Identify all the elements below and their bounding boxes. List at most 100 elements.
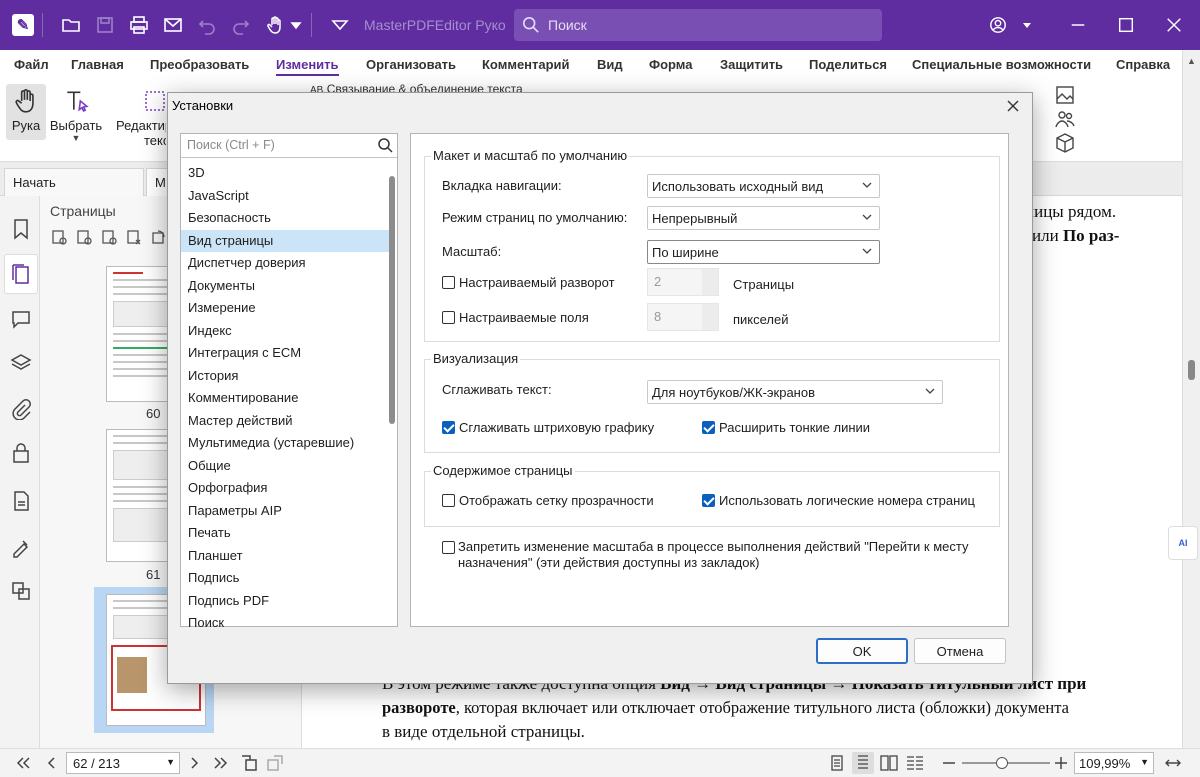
category-item[interactable]: Измерение	[181, 297, 391, 320]
category-item[interactable]: Диспетчер доверия	[181, 252, 391, 275]
users-icon[interactable]	[1054, 108, 1076, 130]
select-button[interactable]: Выбрать ▼	[50, 84, 102, 143]
image-icon[interactable]	[1054, 84, 1076, 106]
hand-button[interactable]: Рука	[6, 84, 46, 140]
category-item[interactable]: Общие	[181, 455, 391, 478]
menu-protect[interactable]: Защитить	[720, 57, 783, 72]
smooth-line-art-checkbox[interactable]	[442, 421, 455, 434]
custom-spread-checkbox[interactable]	[442, 276, 455, 289]
comment-icon[interactable]	[10, 308, 32, 330]
two-page-view-icon[interactable]	[880, 754, 898, 772]
menu-home[interactable]: Главная	[71, 57, 124, 72]
menu-convert[interactable]: Преобразовать	[150, 57, 249, 72]
smooth-text-dropdown[interactable]: Для ноутбуков/ЖК-экранов	[647, 380, 943, 404]
spinner-buttons[interactable]	[702, 269, 718, 295]
zoom-dropdown[interactable]: По ширине	[647, 240, 880, 264]
undo-icon[interactable]	[193, 11, 221, 39]
category-item[interactable]: Мастер действий	[181, 410, 391, 433]
custom-margins-spinner[interactable]: 8	[647, 303, 719, 331]
custom-spread-spinner[interactable]: 2	[647, 268, 719, 296]
tab-start[interactable]: Начать	[4, 168, 144, 196]
category-item[interactable]: История	[181, 365, 391, 388]
ribbon-scrollbar[interactable]: ▲ ▼	[1182, 50, 1200, 762]
category-item[interactable]: Индекс	[181, 320, 391, 343]
print-icon[interactable]	[125, 11, 153, 39]
extract-page-icon[interactable]	[75, 228, 93, 246]
transparency-grid-checkbox[interactable]	[442, 494, 455, 507]
zoom-slider-handle[interactable]	[996, 757, 1008, 769]
category-item[interactable]: Печать	[181, 522, 391, 545]
forbid-zoom-checkbox[interactable]	[442, 541, 455, 554]
pages-icon[interactable]	[4, 254, 38, 294]
chevron-down-icon[interactable]	[1018, 5, 1036, 45]
layers-icon[interactable]	[10, 352, 32, 374]
previous-page-icon[interactable]	[42, 754, 60, 772]
ok-button[interactable]: OK	[816, 638, 908, 664]
zoom-in-icon[interactable]	[1052, 754, 1070, 772]
document-icon[interactable]	[10, 490, 32, 512]
category-item[interactable]: Подпись PDF	[181, 590, 391, 613]
category-item[interactable]: Вид страницы	[181, 229, 391, 252]
compare-icon[interactable]	[10, 580, 32, 602]
category-item[interactable]: Документы	[181, 275, 391, 298]
menu-view[interactable]: Вид	[597, 57, 623, 72]
category-item[interactable]: JavaScript	[181, 185, 391, 208]
insert-page-icon[interactable]	[50, 228, 68, 246]
delete-page-icon[interactable]	[125, 228, 143, 246]
first-page-icon[interactable]	[14, 754, 32, 772]
menu-organize[interactable]: Организовать	[366, 57, 456, 72]
category-item[interactable]: Мультимедиа (устаревшие)	[181, 432, 391, 455]
hand-tool-icon[interactable]	[261, 11, 289, 39]
scroll-up-icon[interactable]: ▲	[1187, 56, 1196, 66]
scrollbar-thumb[interactable]	[1188, 360, 1195, 380]
signature-tool-icon[interactable]	[10, 536, 32, 558]
category-search-input[interactable]: Поиск (Ctrl + F)	[181, 134, 397, 158]
category-item[interactable]: 3D	[181, 162, 391, 185]
bookmark-icon[interactable]	[10, 218, 32, 240]
previous-view-icon[interactable]	[240, 754, 258, 772]
3d-box-icon[interactable]	[1054, 132, 1076, 154]
category-item[interactable]: Комментирование	[181, 387, 391, 410]
zoom-out-icon[interactable]	[940, 754, 958, 772]
nav-tab-dropdown[interactable]: Использовать исходный вид	[647, 174, 880, 198]
menu-file[interactable]: Файл	[14, 57, 49, 72]
category-scrollbar[interactable]	[389, 176, 395, 424]
custom-margins-checkbox[interactable]	[442, 311, 455, 324]
edit-text-button[interactable]: Редактир текс	[116, 84, 166, 148]
menu-edit[interactable]: Изменить	[276, 57, 339, 76]
close-icon[interactable]	[1000, 95, 1026, 117]
maximize-icon[interactable]	[1106, 5, 1146, 45]
email-icon[interactable]	[159, 11, 187, 39]
next-view-icon[interactable]	[266, 754, 284, 772]
save-icon[interactable]	[91, 11, 119, 39]
menu-accessibility[interactable]: Специальные возможности	[912, 57, 1091, 72]
ai-assistant-icon[interactable]: AI	[1168, 526, 1198, 560]
account-icon[interactable]	[978, 5, 1018, 45]
category-item[interactable]: Параметры AIP	[181, 500, 391, 523]
minimize-icon[interactable]	[1058, 5, 1098, 45]
rotate-page-icon[interactable]	[150, 228, 168, 246]
category-item[interactable]: Безопасность	[181, 207, 391, 230]
category-item[interactable]: Орфография	[181, 477, 391, 500]
next-page-icon[interactable]	[186, 754, 204, 772]
replace-page-icon[interactable]	[100, 228, 118, 246]
page-number-field[interactable]: 62 / 213 ▼	[66, 752, 180, 774]
lock-icon[interactable]	[10, 442, 32, 464]
category-item[interactable]: Интеграция с ECM	[181, 342, 391, 365]
customize-toolbar-icon[interactable]	[326, 11, 354, 39]
page-mode-dropdown[interactable]: Непрерывный	[647, 206, 880, 230]
logical-page-numbers-checkbox[interactable]	[702, 494, 715, 507]
category-item[interactable]: Поиск	[181, 612, 391, 635]
cancel-button[interactable]: Отмена	[914, 638, 1006, 664]
zoom-field[interactable]: 109,99% ▼	[1074, 752, 1154, 774]
menu-help[interactable]: Справка	[1116, 57, 1170, 72]
open-folder-icon[interactable]	[57, 11, 85, 39]
chevron-down-icon[interactable]	[289, 11, 303, 39]
menu-comment[interactable]: Комментарий	[482, 57, 570, 72]
close-window-icon[interactable]	[1154, 5, 1194, 45]
redo-icon[interactable]	[227, 11, 255, 39]
menu-share[interactable]: Поделиться	[809, 57, 887, 72]
search-input[interactable]: Поиск	[514, 9, 882, 41]
enhance-thin-lines-checkbox[interactable]	[702, 421, 715, 434]
menu-form[interactable]: Форма	[649, 57, 692, 72]
